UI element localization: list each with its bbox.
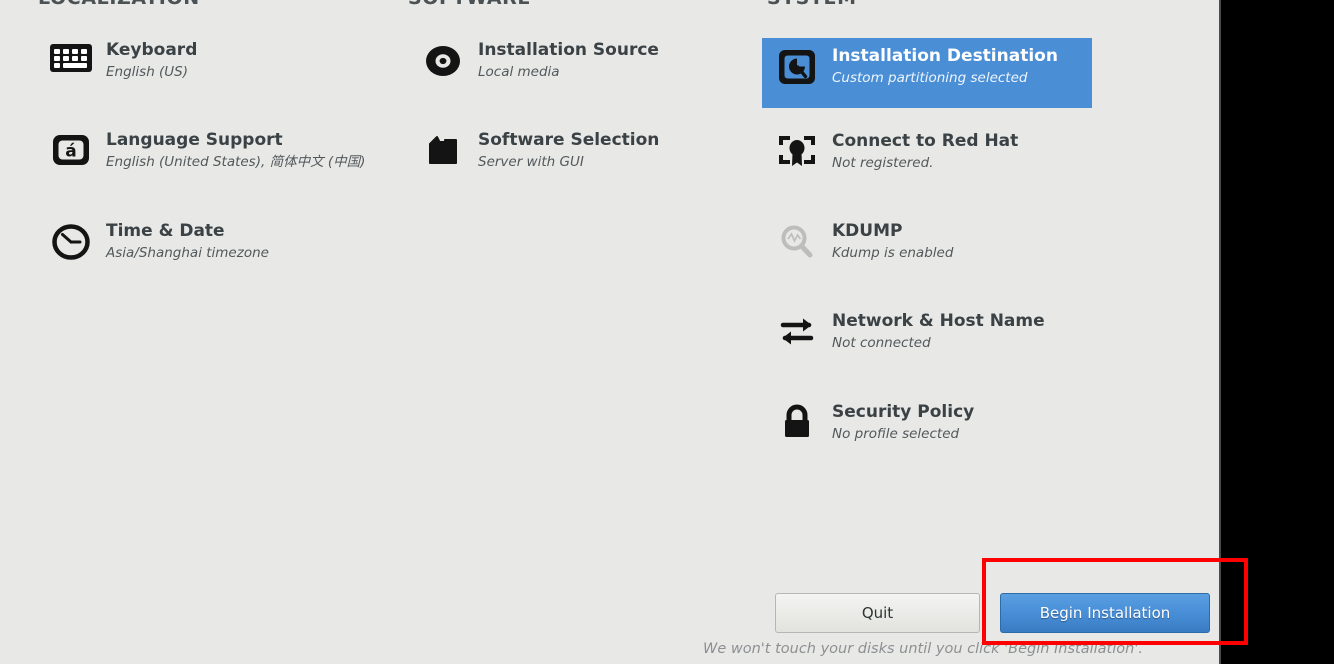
package-folder-icon <box>420 130 466 176</box>
optical-disc-icon <box>420 40 466 86</box>
hard-disk-icon <box>774 46 820 92</box>
spoke-title: Security Policy <box>832 402 975 422</box>
language-support-icon: á <box>48 130 94 176</box>
spoke-subtitle: Local media <box>478 64 560 80</box>
spoke-software-selection-text: Software Selection Server with GUI <box>466 130 659 172</box>
spoke-subtitle: Custom partitioning selected <box>832 70 1028 86</box>
spoke-time-and-date[interactable]: Time & Date Asia/Shanghai timezone <box>36 213 386 275</box>
spoke-subtitle: Not connected <box>832 335 931 351</box>
spoke-subtitle: Asia/Shanghai timezone <box>106 245 269 261</box>
spoke-language-support-text: Language Support English (United States)… <box>94 130 365 172</box>
magnifier-icon <box>774 221 820 267</box>
lock-icon <box>774 402 820 448</box>
quit-button[interactable]: Quit <box>775 593 980 633</box>
spoke-subtitle: English (US) <box>106 64 189 80</box>
spoke-title: Time & Date <box>106 221 225 241</box>
spoke-title: Connect to Red Hat <box>832 131 1019 151</box>
spoke-time-and-date-text: Time & Date Asia/Shanghai timezone <box>94 221 269 263</box>
spoke-installation-destination[interactable]: Installation Destination Custom partitio… <box>762 38 1092 108</box>
window-right-edge <box>1219 0 1221 664</box>
spoke-subtitle: Kdump is enabled <box>832 245 954 261</box>
svg-text:á: á <box>65 142 76 162</box>
spoke-security-policy[interactable]: Security Policy No profile selected <box>762 394 1092 456</box>
spoke-title: Keyboard <box>106 40 198 60</box>
spoke-software-selection[interactable]: Software Selection Server with GUI <box>408 122 748 184</box>
network-arrows-icon <box>774 311 820 357</box>
begin-installation-button[interactable]: Begin Installation <box>1000 593 1210 633</box>
section-header-system: SYSTEM <box>767 0 857 9</box>
spoke-kdump[interactable]: KDUMP Kdump is enabled <box>762 213 1092 275</box>
spoke-installation-source[interactable]: Installation Source Local media <box>408 32 748 94</box>
spoke-title: Network & Host Name <box>832 311 1045 331</box>
spoke-subtitle: Server with GUI <box>478 154 584 170</box>
spoke-keyboard-text: Keyboard English (US) <box>94 40 197 82</box>
spoke-network-and-host-name-text: Network & Host Name Not connected <box>820 311 1045 353</box>
installation-summary-pane: LOCALIZATION <box>0 0 1219 664</box>
spoke-title: Installation Source <box>478 40 659 60</box>
spoke-security-policy-text: Security Policy No profile selected <box>820 402 974 444</box>
spoke-title: Language Support <box>106 130 283 150</box>
spoke-title: Installation Destination <box>832 46 1058 66</box>
disk-warning-note: We won't touch your disks until you clic… <box>703 641 1143 657</box>
spoke-title: KDUMP <box>832 221 903 241</box>
section-header-software: SOFTWARE <box>408 0 531 9</box>
spoke-language-support[interactable]: á Language Support English (United State… <box>36 122 396 184</box>
spoke-keyboard[interactable]: Keyboard English (US) <box>36 32 386 94</box>
spoke-connect-to-red-hat[interactable]: Connect to Red Hat Not registered. <box>762 123 1092 185</box>
spoke-kdump-text: KDUMP Kdump is enabled <box>820 221 953 263</box>
section-header-localization: LOCALIZATION <box>38 0 200 9</box>
spoke-title: Software Selection <box>478 130 660 150</box>
clock-icon <box>48 221 94 267</box>
spoke-subtitle: English (United States), 简体中文 (中国) <box>106 154 366 170</box>
installer-screen: LOCALIZATION <box>0 0 1334 664</box>
keyboard-icon <box>48 40 94 86</box>
spoke-installation-destination-text: Installation Destination Custom partitio… <box>820 46 1058 88</box>
spoke-connect-to-red-hat-text: Connect to Red Hat Not registered. <box>820 131 1018 173</box>
spoke-network-and-host-name[interactable]: Network & Host Name Not connected <box>762 303 1092 365</box>
spoke-subtitle: No profile selected <box>832 426 960 442</box>
spoke-subtitle: Not registered. <box>832 155 934 171</box>
spoke-installation-source-text: Installation Source Local media <box>466 40 659 82</box>
certificate-icon <box>774 131 820 177</box>
